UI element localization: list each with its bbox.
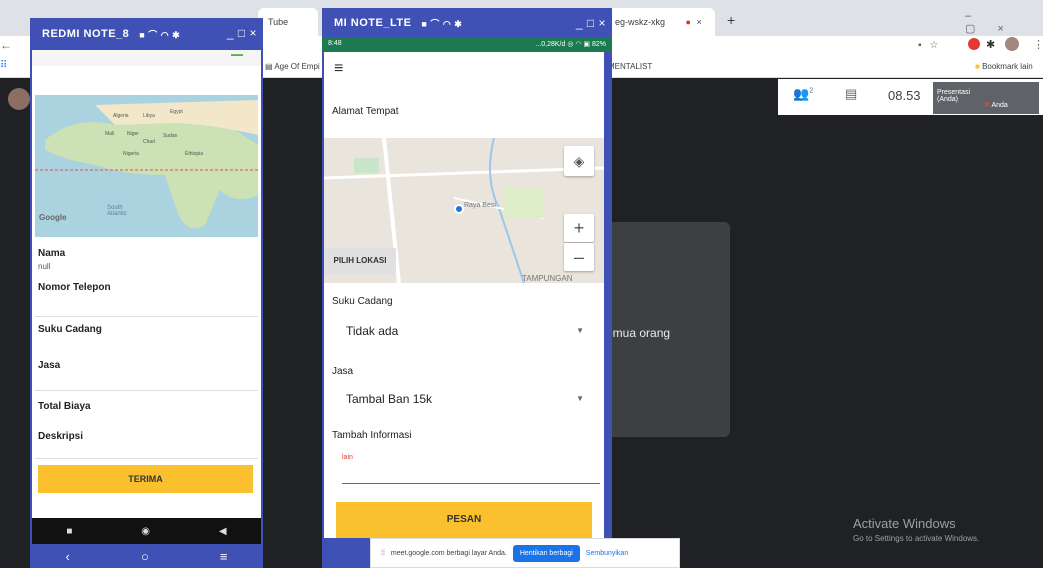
app-bar — [32, 66, 261, 88]
mi-note-mirror-window: MI NOTE_LTE ■ ⌒ ◠ ✱ _ □ × 8:48 ...0,28K/… — [322, 8, 612, 568]
map-label: Libya — [143, 113, 155, 119]
recents-icon[interactable]: ■ — [66, 526, 72, 537]
status-icons: ■ ⌒ ◠ ✱ — [139, 29, 181, 40]
battery-indicator: 82% — [591, 41, 606, 48]
pesan-button[interactable]: PESAN — [336, 502, 592, 538]
divider — [35, 316, 258, 317]
extension-icons[interactable]: ▪☆ — [918, 40, 947, 51]
map-label: Algeria — [113, 113, 129, 119]
window-title: REDMI NOTE_8 ■ ⌒ ◠ ✱ _ □ × — [42, 26, 257, 40]
android-nav-bar: ■ ◉ ◀ — [32, 518, 261, 544]
map-label: Mali — [105, 131, 115, 137]
bookmark-other[interactable]: ■ Bookmark lain — [975, 62, 1033, 71]
nama-field: Nama null — [38, 248, 66, 271]
back-icon[interactable]: ← — [0, 38, 12, 52]
hamburger-icon[interactable]: ≡ — [220, 549, 228, 564]
phone-screen: ≡ Alamat Tempat Raya Besi TAMPUNGAN ◈ + … — [324, 52, 604, 538]
bookmark-age-of-empires[interactable]: ▤ Age Of Empi — [265, 62, 320, 71]
self-name: ✖ Anda — [984, 102, 1008, 109]
jasa-dropdown[interactable]: Tambal Ban 15k ▼ — [332, 390, 594, 416]
divider — [35, 458, 258, 459]
overlay-text: emua orang — [606, 326, 671, 340]
map-label: South Atlantic — [107, 205, 127, 217]
menu-icon[interactable]: ⋮ — [1033, 38, 1043, 51]
profile-avatar[interactable] — [1005, 37, 1019, 51]
participant-avatar — [8, 88, 30, 110]
browser-tab-active[interactable]: eg-wskz-xkg ● × — [605, 8, 715, 36]
window-title: MI NOTE_LTE ■ ⌒ ◠ ✱ _ □ × — [334, 16, 606, 30]
map-label: Sudan — [163, 133, 178, 139]
suku-cadang-label: Suku Cadang — [332, 296, 393, 307]
presenter-label: Presentasi (Anda) — [937, 89, 971, 103]
status-icons: ■ ⌒ ◠ ✱ — [421, 18, 463, 29]
suku-cadang-dropdown[interactable]: Tidak ada ▼ — [332, 322, 594, 348]
my-location-button[interactable]: ◈ — [564, 146, 594, 176]
apps-icon[interactable]: ⠿ — [0, 60, 7, 71]
stop-sharing-button[interactable]: Hentikan berbagi — [512, 544, 580, 562]
telepon-label: Nomor Telepon — [38, 282, 111, 293]
window-buttons[interactable]: _ □ × — [576, 16, 606, 30]
alamat-label: Alamat Tempat — [332, 106, 399, 117]
location-marker — [454, 204, 464, 214]
browser-tab[interactable]: Tube — [258, 8, 318, 36]
tambah-informasi-label: Tambah Informasi — [332, 430, 412, 441]
home-icon[interactable]: ◉ — [141, 526, 150, 537]
dropdown-arrow-icon: ▼ — [576, 326, 584, 335]
chevron-left-icon[interactable]: ‹ — [66, 549, 70, 564]
bookmark-mentalist[interactable]: MENTALIST — [608, 62, 652, 71]
window-controls[interactable]: –▢× — [965, 10, 1043, 35]
map-view[interactable]: Raya Besi TAMPUNGAN ◈ + – PILIH LOKASI — [324, 137, 604, 284]
activate-windows-watermark: Activate Windows Go to Settings to activ… — [853, 516, 980, 543]
map-label: Ethiopia — [185, 151, 204, 157]
map-label: Chad — [143, 139, 155, 145]
pilih-lokasi-button[interactable]: PILIH LOKASI — [324, 248, 396, 274]
recording-dot-icon: ● — [685, 17, 691, 27]
hamburger-menu-icon[interactable]: ≡ — [334, 60, 343, 78]
adblock-icon[interactable] — [968, 38, 980, 50]
map-label: Nigeria — [123, 151, 139, 157]
redmi-mirror-window: REDMI NOTE_8 ■ ⌒ ◠ ✱ _ □ × ▬▬ Algeria Li… — [30, 18, 263, 568]
divider — [35, 390, 258, 391]
dropdown-arrow-icon: ▼ — [576, 394, 584, 403]
jasa-label: Jasa — [38, 360, 61, 371]
google-logo: Google — [39, 213, 67, 222]
battery-icon: ▬▬ — [231, 52, 243, 58]
puzzle-icon[interactable]: ✱ — [986, 38, 995, 51]
status-bar: ▬▬ — [32, 50, 261, 66]
close-tab-icon[interactable]: × — [696, 17, 701, 27]
info-input[interactable]: lain — [342, 446, 600, 484]
meeting-clock: 08.53 — [888, 88, 921, 103]
bookmark-icon: ▤ — [265, 62, 275, 71]
crosshair-icon: ◈ — [573, 153, 585, 169]
mirror-nav-bar: ‹ ○ ≡ — [30, 544, 263, 568]
phone-screen: ▬▬ Algeria Libya Egypt Mali Niger Chad S… — [32, 50, 261, 538]
jasa-label: Jasa — [332, 366, 354, 377]
zoom-out-button[interactable]: – — [564, 243, 594, 271]
total-biaya-label: Total Biaya — [38, 401, 91, 412]
map-place-label: Raya Besi — [464, 202, 496, 209]
folder-icon: ■ — [975, 62, 983, 71]
screen-share-bar: ⁞⁞ meet.google.com berbagi layar Anda. H… — [370, 538, 680, 568]
status-bar: 8:48 ...0,28K/d ◎ ◠ ▣ 82% — [322, 38, 612, 52]
circle-icon[interactable]: ○ — [141, 549, 149, 564]
hide-button[interactable]: Sembunyikan — [586, 550, 628, 557]
window-buttons[interactable]: _ □ × — [227, 26, 257, 40]
map-label: Egypt — [170, 109, 183, 115]
map-label: Niger — [127, 131, 139, 137]
back-icon[interactable]: ◀ — [219, 526, 227, 537]
drag-handle-icon[interactable]: ⁞⁞ — [381, 550, 385, 557]
zoom-in-button[interactable]: + — [564, 214, 594, 242]
chat-icon[interactable]: ▤ — [845, 86, 857, 102]
terima-button[interactable]: TERIMA — [38, 465, 253, 493]
participants-icon[interactable]: 👥2 — [793, 86, 813, 102]
map-area-label: TAMPUNGAN — [522, 274, 573, 283]
new-tab-button[interactable]: + — [727, 12, 735, 28]
deskripsi-label: Deskripsi — [38, 431, 84, 442]
suku-cadang-label: Suku Cadang — [38, 324, 102, 335]
map-view[interactable]: Algeria Libya Egypt Mali Niger Chad Suda… — [35, 95, 258, 237]
